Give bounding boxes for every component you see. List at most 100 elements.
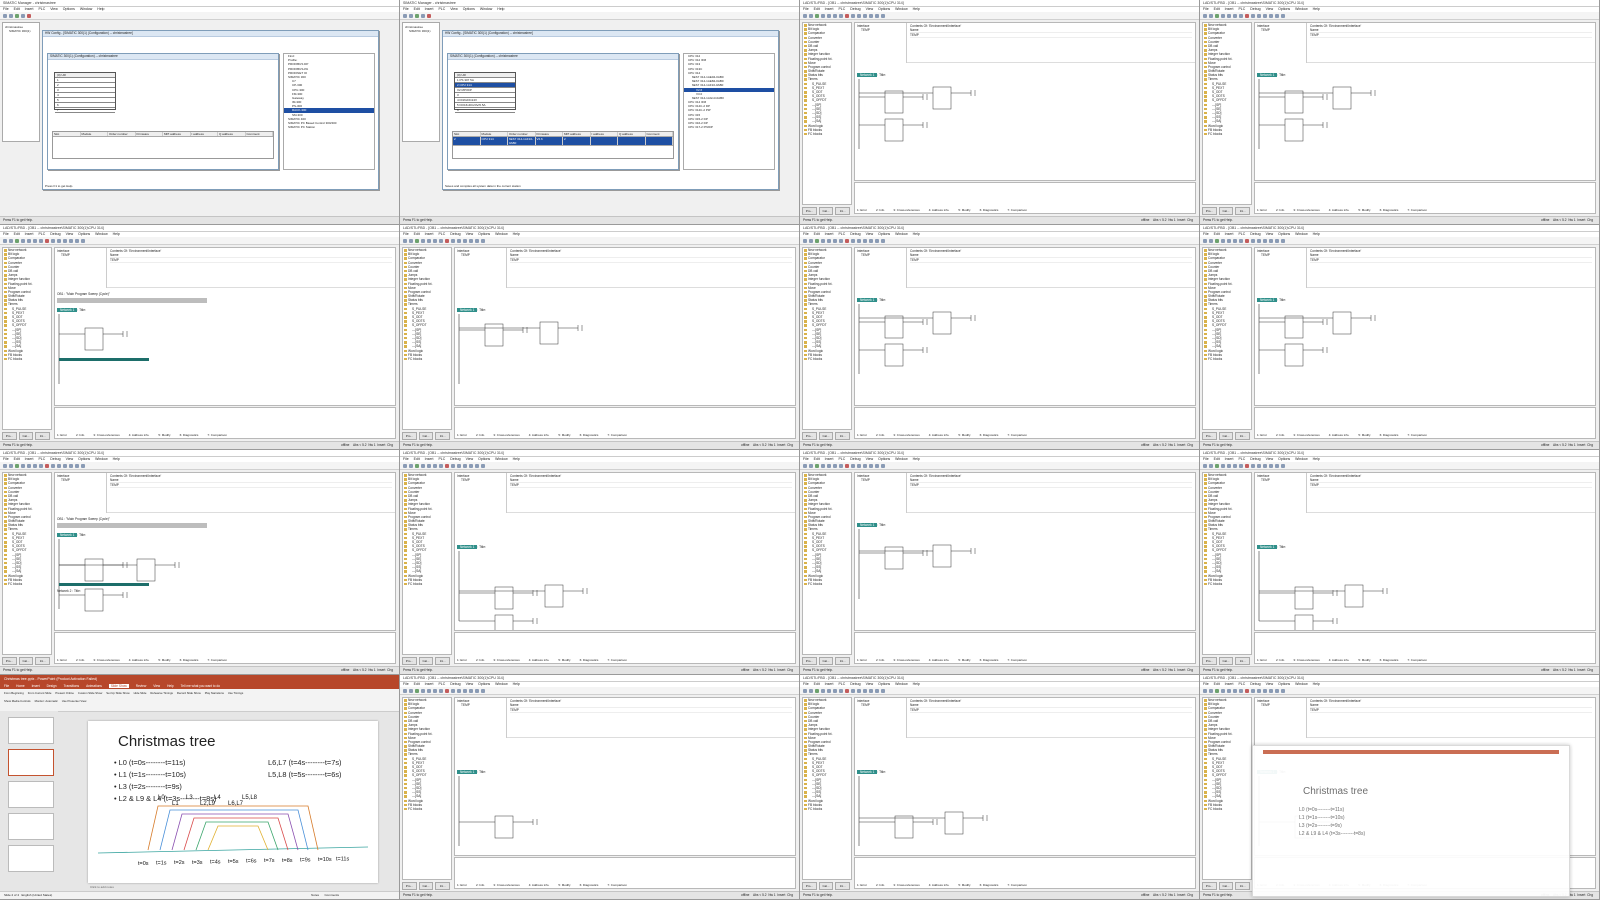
monitor-icon[interactable] (851, 238, 855, 243)
program-elements-catalog[interactable]: New network Bit logic Comparator Converter C… (402, 247, 452, 430)
tab-address-info[interactable]: 4: Address info. (929, 433, 950, 437)
copy-icon[interactable] (833, 688, 837, 693)
network-area[interactable]: Network 1: Title: (855, 515, 1195, 630)
save-icon[interactable] (15, 13, 19, 18)
tab-cross-references[interactable]: 3: Cross-references (893, 433, 919, 437)
new-icon[interactable] (803, 238, 807, 243)
print-icon[interactable] (821, 238, 825, 243)
menu-file[interactable]: File (3, 7, 9, 11)
interface-temp[interactable]: TEMP (57, 253, 104, 257)
branch-icon[interactable] (875, 688, 879, 693)
contact-icon[interactable] (457, 463, 461, 468)
tab-cross-references[interactable]: 3: Cross-references (93, 658, 119, 662)
menu-file[interactable]: File (1203, 7, 1209, 11)
tab-modify[interactable]: 5: Modify (558, 883, 570, 887)
box-icon[interactable] (869, 688, 873, 693)
cut-icon[interactable] (427, 463, 431, 468)
menu-window[interactable]: Window (895, 682, 907, 686)
print-icon[interactable] (21, 238, 25, 243)
tab-cross-references[interactable]: 3: Cross-references (93, 433, 119, 437)
save-icon[interactable] (1215, 688, 1219, 693)
project-tree[interactable]: christmastree SIMATIC 300(1) (2, 22, 40, 142)
catalog-item[interactable]: FC blocks (803, 807, 851, 811)
branch-icon[interactable] (875, 13, 879, 18)
box-icon[interactable] (1269, 463, 1273, 468)
menu-plc[interactable]: PLC (838, 457, 845, 461)
cut-icon[interactable] (427, 238, 431, 243)
program-elements-catalog[interactable]: New network Bit logic Comparator Converter C… (1202, 697, 1252, 880)
ladder-diagram[interactable] (855, 515, 1195, 630)
menu-help[interactable]: Help (113, 232, 120, 236)
menu-help[interactable]: Help (913, 457, 920, 461)
menu-window[interactable]: Window (480, 7, 492, 11)
ladder-diagram[interactable] (1255, 290, 1595, 405)
menu-debug[interactable]: Debug (850, 7, 860, 11)
menu-edit[interactable]: Edit (814, 682, 820, 686)
tab-info[interactable]: 2: Info (76, 658, 84, 662)
tab-error[interactable]: 1: Error (57, 433, 67, 437)
paste-icon[interactable] (839, 688, 843, 693)
catalog-item[interactable]: FC blocks (803, 582, 851, 586)
program-elements-catalog[interactable]: New network Bit logic Comparator Converter C… (1202, 22, 1252, 205)
interface-pane[interactable]: Interface TEMP (55, 473, 107, 513)
tab-error[interactable]: 1: Error (857, 433, 867, 437)
tab-modify[interactable]: 5: Modify (958, 433, 970, 437)
interface-pane[interactable]: Interface TEMP (855, 248, 907, 288)
menu-plc[interactable]: PLC (1238, 457, 1245, 461)
menu-debug[interactable]: Debug (450, 682, 460, 686)
tab-call-structure[interactable]: Cal... (818, 207, 834, 215)
interface-temp[interactable]: TEMP (857, 703, 904, 707)
menu-view[interactable]: View (466, 682, 474, 686)
download-icon[interactable] (845, 13, 849, 18)
save-icon[interactable] (1215, 13, 1219, 18)
tab-info[interactable]: 2: Info (476, 658, 484, 662)
tab-program-elements[interactable]: Pro... (1202, 207, 1217, 215)
tab-program-elements[interactable]: Pro... (402, 882, 417, 890)
menu-options[interactable]: Options (78, 457, 90, 461)
tab-diagnostics[interactable]: 6: Diagnostics (1380, 658, 1399, 662)
menu-plc[interactable]: PLC (1238, 7, 1245, 11)
program-elements-catalog[interactable]: New network Bit logic Comparator Converter C… (802, 697, 852, 880)
menu-window[interactable]: Window (495, 457, 507, 461)
cut-icon[interactable] (27, 238, 31, 243)
ladder-diagram[interactable] (55, 515, 395, 630)
tab-error[interactable]: 1: Error (57, 658, 67, 662)
tab-modify[interactable]: 5: Modify (558, 658, 570, 662)
menu-debug[interactable]: Debug (850, 682, 860, 686)
menu-help[interactable]: Help (913, 7, 920, 11)
box-icon[interactable] (469, 463, 473, 468)
tab-call-structure[interactable]: Cal... (818, 657, 834, 665)
menu-options[interactable]: Options (878, 7, 890, 11)
notes-button[interactable]: Notes (311, 892, 319, 899)
menu-options[interactable]: Options (1278, 457, 1290, 461)
cut-icon[interactable] (1227, 238, 1231, 243)
slide-thumbnail[interactable] (8, 717, 54, 744)
monitor-icon[interactable] (851, 463, 855, 468)
branch-icon[interactable] (75, 238, 79, 243)
menu-options[interactable]: Options (63, 7, 75, 11)
menu-options[interactable]: Options (878, 457, 890, 461)
tab-info[interactable]: 2: Info (76, 433, 84, 437)
coil-icon[interactable] (463, 688, 467, 693)
network-area[interactable]: Network 1: Title: (1255, 515, 1595, 630)
slide-thumbnail[interactable] (8, 813, 54, 840)
interface-temp[interactable]: TEMP (1257, 703, 1304, 707)
new-icon[interactable] (403, 688, 407, 693)
ppt-tell-me[interactable]: Tell me what you want to do (181, 684, 220, 688)
box-icon[interactable] (1269, 13, 1273, 18)
interface-temp[interactable]: TEMP (457, 703, 504, 707)
save-icon[interactable] (415, 238, 419, 243)
module-table[interactable]: Slot Module Order number Firmware MPI addres… (452, 131, 674, 159)
new-icon[interactable] (3, 13, 7, 18)
tab-diagnostics[interactable]: 6: Diagnostics (180, 658, 199, 662)
save-icon[interactable] (815, 688, 819, 693)
open-icon[interactable] (409, 238, 413, 243)
ppt-tab-transitions[interactable]: Transitions (64, 684, 79, 688)
monitor-icon[interactable] (1251, 688, 1255, 693)
network-header-2[interactable]: Network 2 : Title: (57, 589, 81, 593)
program-elements-catalog[interactable]: New network Bit logic Comparator Converter C… (2, 472, 52, 655)
menu-options[interactable]: Options (1278, 232, 1290, 236)
new-icon[interactable] (803, 688, 807, 693)
menu-window[interactable]: Window (95, 457, 107, 461)
menu-edit[interactable]: Edit (1214, 457, 1220, 461)
